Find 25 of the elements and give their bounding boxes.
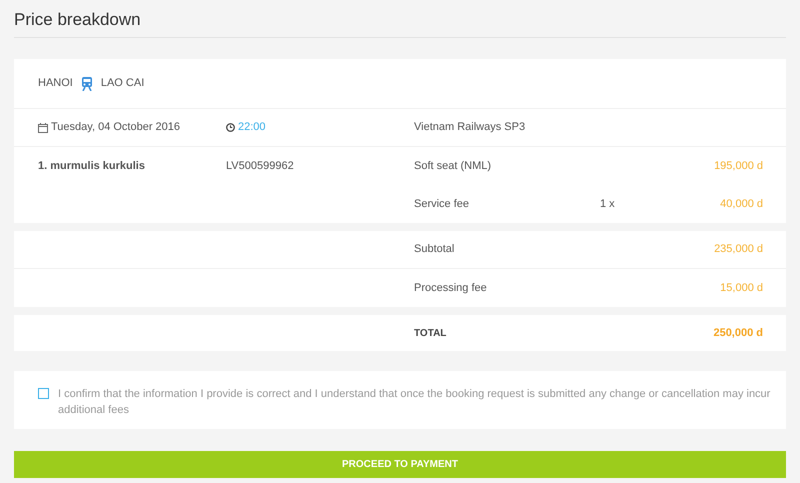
departure-time: 22:00 xyxy=(238,120,266,136)
page-title: Price breakdown xyxy=(14,8,786,38)
calendar-icon xyxy=(38,122,48,132)
item-label: Service fee xyxy=(414,196,470,212)
total-amount: 235,000 d xyxy=(713,242,763,258)
item-price: 40,000 d xyxy=(720,196,763,212)
checkbox[interactable] xyxy=(38,388,49,399)
item-label: Soft seat (NML) xyxy=(414,158,492,174)
grand-total-amount: 250,000 d xyxy=(712,326,763,341)
passenger-name: 1. murmulis kurkulis xyxy=(38,158,146,174)
total-amount: 15,000 d xyxy=(719,280,763,296)
trip-date: Tuesday, 04 October 2016 xyxy=(51,120,180,136)
total-label: Subtotal xyxy=(414,242,456,258)
confirm-text: I confirm that the information I provide is correct and I understand that once the booking request is submitted any change or cancellation may incur additional fees xyxy=(58,387,772,418)
grand-total-label: TOTAL xyxy=(414,326,448,340)
clock-icon xyxy=(226,123,235,132)
origin-station: HANOI xyxy=(38,76,73,92)
destination-station: LAO CAI xyxy=(100,76,144,92)
proceed-button[interactable]: PROCEED TO PAYMENT xyxy=(14,451,786,478)
document-number: LV500599962 xyxy=(226,158,295,174)
train-operator: Vietnam Railways SP3 xyxy=(414,120,526,136)
train-icon xyxy=(80,76,93,90)
item-quantity: 1 x xyxy=(600,196,615,212)
total-label: Processing fee xyxy=(414,280,488,296)
item-price: 195,000 d xyxy=(714,158,763,174)
